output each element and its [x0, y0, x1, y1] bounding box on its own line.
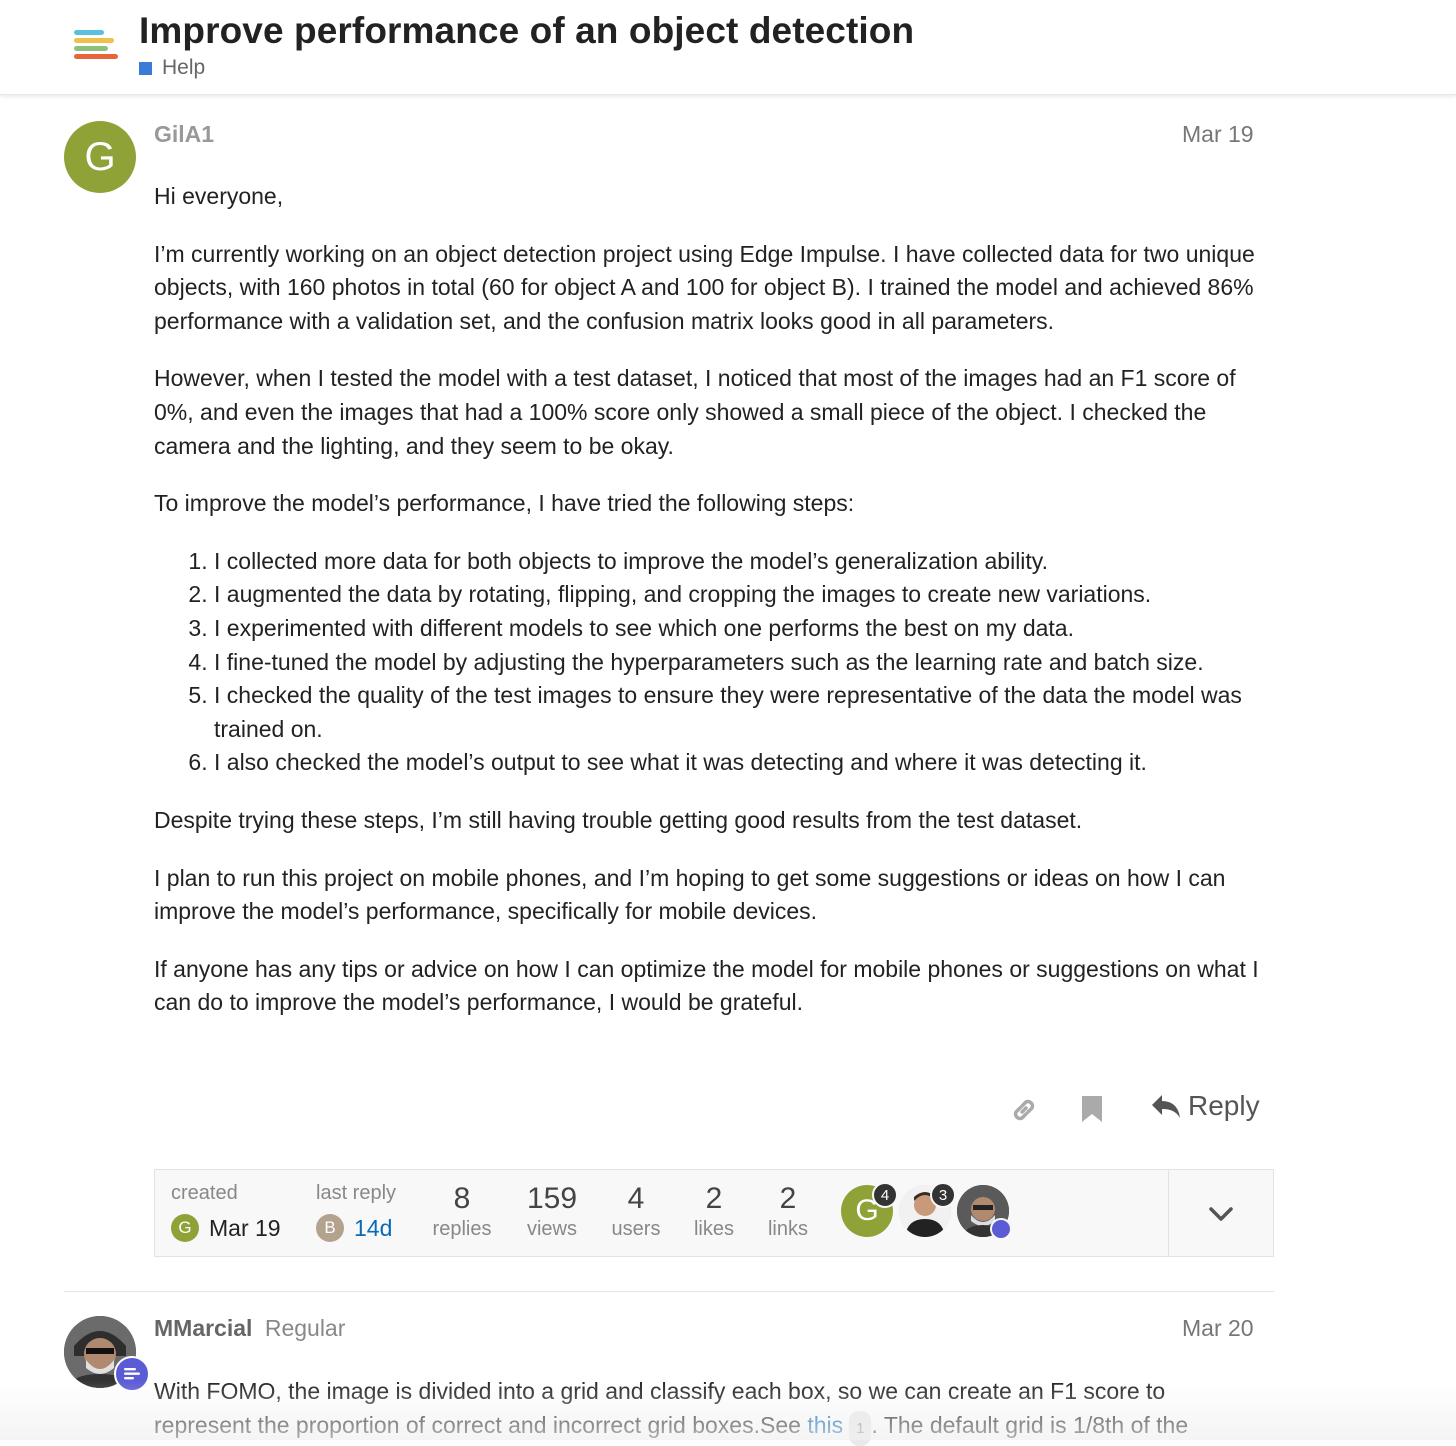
users-stat: 4 users	[599, 1182, 673, 1241]
likes-stat: 2 likes	[677, 1182, 751, 1241]
reply-icon	[1152, 1095, 1180, 1118]
created-label: created	[171, 1182, 238, 1204]
links-count: 2	[779, 1182, 797, 1215]
last-reply-date: 14d	[354, 1214, 393, 1241]
avatar-letter: G	[84, 134, 116, 179]
list-item: I experimented with different models to …	[214, 612, 1264, 646]
views-label: views	[526, 1218, 577, 1240]
created-date: Mar 19	[209, 1214, 281, 1241]
replies-label: replies	[432, 1218, 492, 1240]
post-paragraph: I’m currently working on an object detec…	[154, 240, 1255, 334]
participant-count-badge: 3	[930, 1182, 956, 1208]
chevron-down-icon[interactable]	[1205, 1198, 1237, 1230]
list-item: I collected more data for both objects t…	[214, 545, 1264, 579]
list-item: I augmented the data by rotating, flippi…	[214, 578, 1264, 612]
likes-label: likes	[693, 1218, 734, 1240]
link[interactable]: this	[807, 1412, 843, 1438]
likes-count: 2	[705, 1182, 723, 1215]
post-divider	[64, 1291, 1274, 1292]
list-item: I fine-tuned the model by adjusting the …	[214, 646, 1264, 680]
list-item: I also checked the model’s output to see…	[214, 746, 1264, 780]
category-label: Help	[162, 56, 206, 79]
post-date[interactable]: Mar 20	[1182, 1315, 1254, 1342]
link-icon[interactable]	[1008, 1094, 1040, 1126]
reply-button[interactable]: Reply	[1150, 1090, 1260, 1122]
site-logo-icon[interactable]	[72, 28, 120, 64]
links-stat[interactable]: 2 links	[751, 1182, 825, 1241]
views-stat: 159 views	[515, 1182, 589, 1241]
text: . The default grid is 1/8th of the	[871, 1411, 1189, 1438]
reply-label: Reply	[1188, 1090, 1260, 1121]
topic-header: Improve performance of an object detecti…	[0, 0, 1456, 95]
views-count: 159	[526, 1182, 578, 1215]
post-body: Hi everyone, I’m currently working on an…	[154, 180, 1264, 1044]
users-label: users	[611, 1218, 661, 1240]
participant-count-badge: 4	[872, 1182, 898, 1208]
flair-icon	[990, 1218, 1012, 1240]
post-paragraph: I plan to run this project on mobile pho…	[154, 864, 1226, 925]
post-author-line: MMarcial Regular	[154, 1315, 345, 1342]
page-title[interactable]: Improve performance of an object detecti…	[139, 10, 914, 52]
list-item: I checked the quality of the test images…	[214, 679, 1264, 746]
links-label: links	[767, 1218, 808, 1240]
post-paragraph: However, when I tested the model with a …	[154, 365, 1236, 459]
replies-stat: 8 replies	[425, 1182, 499, 1241]
link-count-badge: 1	[849, 1410, 872, 1446]
avatar[interactable]: G	[64, 121, 136, 193]
post-paragraph: If anyone has any tips or advice on how …	[154, 955, 1259, 1016]
divider	[1168, 1170, 1169, 1256]
post-paragraph: With FOMO, the image is divided into a g…	[154, 1375, 1264, 1446]
last-reply-info[interactable]: B 14d	[316, 1214, 392, 1242]
post-author[interactable]: GilA1	[154, 121, 214, 148]
avatar: G	[171, 1214, 199, 1242]
post-body: With FOMO, the image is divided into a g…	[154, 1375, 1264, 1446]
replies-count: 8	[453, 1182, 471, 1215]
post-paragraph: Despite trying these steps, I’m still ha…	[154, 806, 1083, 833]
category-badge[interactable]: Help	[139, 56, 205, 80]
post-date[interactable]: Mar 19	[1182, 121, 1254, 148]
last-reply-label: last reply	[316, 1182, 397, 1204]
category-color-square	[139, 61, 152, 75]
created-info[interactable]: G Mar 19	[171, 1214, 281, 1242]
bookmark-icon[interactable]	[1080, 1094, 1104, 1124]
user-title: Regular	[264, 1315, 346, 1341]
post-paragraph: To improve the model’s performance, I ha…	[154, 490, 855, 517]
users-count: 4	[627, 1182, 645, 1215]
avatar: B	[316, 1214, 344, 1242]
flair-icon	[114, 1356, 150, 1392]
topic-map: created G Mar 19 last reply B 14d 8 repl…	[154, 1169, 1274, 1257]
post-greeting: Hi everyone,	[154, 183, 284, 209]
post-author[interactable]: MMarcial	[154, 1315, 252, 1341]
post-actions: Reply	[1000, 1088, 1265, 1132]
steps-list: I collected more data for both objects t…	[154, 545, 1264, 780]
